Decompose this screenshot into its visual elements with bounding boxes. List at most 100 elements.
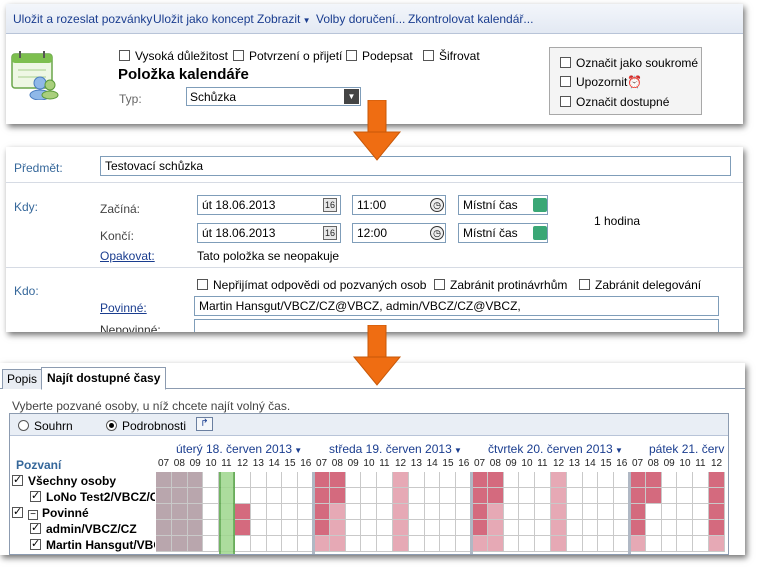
- read-receipt-option[interactable]: Potvrzení o přijetí: [233, 49, 342, 63]
- invitee-checkbox[interactable]: [30, 538, 41, 550]
- time-slot[interactable]: [693, 488, 709, 504]
- day-header-wednesday[interactable]: středa 19. červen 2013 ▼: [329, 442, 462, 456]
- tab-description[interactable]: Popis: [2, 369, 43, 389]
- time-slot[interactable]: [519, 488, 536, 504]
- time-slot[interactable]: [187, 488, 204, 504]
- mark-private-option[interactable]: Označit jako soukromé: [560, 56, 698, 70]
- time-slot[interactable]: [598, 488, 615, 504]
- time-slot[interactable]: [329, 472, 346, 488]
- time-slot[interactable]: [156, 504, 172, 520]
- type-select[interactable]: Schůzka ▼: [186, 87, 361, 106]
- start-date-input[interactable]: út 18.06.2013: [197, 195, 341, 215]
- time-slot[interactable]: [187, 472, 204, 488]
- time-slot[interactable]: [566, 504, 583, 520]
- time-slot[interactable]: [645, 520, 662, 536]
- time-slot[interactable]: [408, 488, 425, 504]
- time-slot[interactable]: [677, 520, 694, 536]
- repeat-link[interactable]: Opakovat:: [100, 249, 155, 263]
- time-slot[interactable]: [345, 520, 362, 536]
- time-slot[interactable]: [250, 520, 267, 536]
- time-slot[interactable]: [519, 536, 536, 552]
- time-slot[interactable]: [377, 504, 393, 520]
- time-slot[interactable]: [535, 520, 551, 536]
- no-counter-proposals-option[interactable]: Zabránit protinávrhům: [434, 278, 567, 292]
- time-slot[interactable]: [630, 488, 646, 504]
- required-link[interactable]: Povinné:: [100, 301, 147, 315]
- invitee-checkbox[interactable]: [30, 522, 41, 534]
- no-responses-option[interactable]: Nepřijímat odpovědi od pozvaných osob: [197, 278, 426, 292]
- time-slot[interactable]: [345, 472, 362, 488]
- time-slot[interactable]: [171, 520, 188, 536]
- time-slot[interactable]: [361, 536, 378, 552]
- day-header-tuesday[interactable]: úterý 18. červen 2013 ▼: [176, 442, 302, 456]
- time-slot[interactable]: [377, 488, 393, 504]
- time-slot[interactable]: [503, 472, 520, 488]
- time-slot[interactable]: [503, 536, 520, 552]
- time-slot[interactable]: [551, 488, 567, 504]
- time-slot[interactable]: [187, 536, 204, 552]
- time-slot[interactable]: [661, 504, 678, 520]
- time-slot[interactable]: [203, 536, 220, 552]
- time-slot[interactable]: [472, 504, 488, 520]
- time-slot[interactable]: [661, 488, 678, 504]
- time-slot[interactable]: [472, 472, 488, 488]
- time-slot[interactable]: [709, 536, 725, 552]
- time-slot[interactable]: [314, 536, 330, 552]
- time-slot[interactable]: [535, 504, 551, 520]
- no-responses-checkbox[interactable]: [197, 279, 208, 290]
- time-slot[interactable]: [519, 504, 536, 520]
- time-slot[interactable]: [171, 504, 188, 520]
- time-slot[interactable]: [235, 488, 251, 504]
- time-slot[interactable]: [250, 504, 267, 520]
- time-slot[interactable]: [551, 504, 567, 520]
- optional-input[interactable]: [194, 319, 719, 332]
- time-slot[interactable]: [282, 536, 299, 552]
- time-slot[interactable]: [203, 488, 220, 504]
- time-slot[interactable]: [393, 488, 409, 504]
- time-slot[interactable]: [709, 472, 725, 488]
- time-slot[interactable]: [235, 472, 251, 488]
- invitee-checkbox[interactable]: [12, 506, 23, 518]
- time-slot[interactable]: [551, 520, 567, 536]
- time-slot[interactable]: [377, 536, 393, 552]
- time-slot[interactable]: [171, 536, 188, 552]
- time-slot[interactable]: [677, 488, 694, 504]
- time-slot[interactable]: [645, 488, 662, 504]
- save-draft-button[interactable]: Uložit jako koncept: [153, 12, 254, 26]
- time-slot[interactable]: [424, 536, 441, 552]
- time-slot[interactable]: [487, 536, 504, 552]
- time-slot[interactable]: [266, 504, 283, 520]
- time-slot[interactable]: [487, 504, 504, 520]
- time-slot[interactable]: [345, 504, 362, 520]
- time-slot[interactable]: [329, 520, 346, 536]
- time-slot[interactable]: [408, 504, 425, 520]
- time-slot[interactable]: [408, 472, 425, 488]
- selected-meeting-slot[interactable]: [219, 472, 235, 554]
- time-slot[interactable]: [377, 520, 393, 536]
- time-slot[interactable]: [598, 520, 615, 536]
- time-slot[interactable]: [424, 504, 441, 520]
- time-slot[interactable]: [361, 472, 378, 488]
- time-slot[interactable]: [156, 520, 172, 536]
- time-slot[interactable]: [424, 520, 441, 536]
- time-slot[interactable]: [472, 488, 488, 504]
- time-slot[interactable]: [645, 536, 662, 552]
- time-slot[interactable]: [440, 504, 457, 520]
- time-slot[interactable]: [535, 488, 551, 504]
- time-slot[interactable]: [266, 520, 283, 536]
- time-slot[interactable]: [519, 472, 536, 488]
- time-slot[interactable]: [503, 488, 520, 504]
- time-slot[interactable]: [266, 472, 283, 488]
- time-slot[interactable]: [266, 488, 283, 504]
- time-slot[interactable]: [503, 520, 520, 536]
- time-slot[interactable]: [171, 488, 188, 504]
- high-importance-option[interactable]: Vysoká důležitost: [119, 49, 228, 63]
- time-slot[interactable]: [250, 488, 267, 504]
- read-receipt-checkbox[interactable]: [233, 50, 244, 61]
- time-slot[interactable]: [282, 504, 299, 520]
- time-slot[interactable]: [187, 520, 204, 536]
- no-delegation-option[interactable]: Zabránit delegování: [579, 278, 701, 292]
- time-slot[interactable]: [503, 504, 520, 520]
- time-slot[interactable]: [156, 488, 172, 504]
- time-slot[interactable]: [709, 520, 725, 536]
